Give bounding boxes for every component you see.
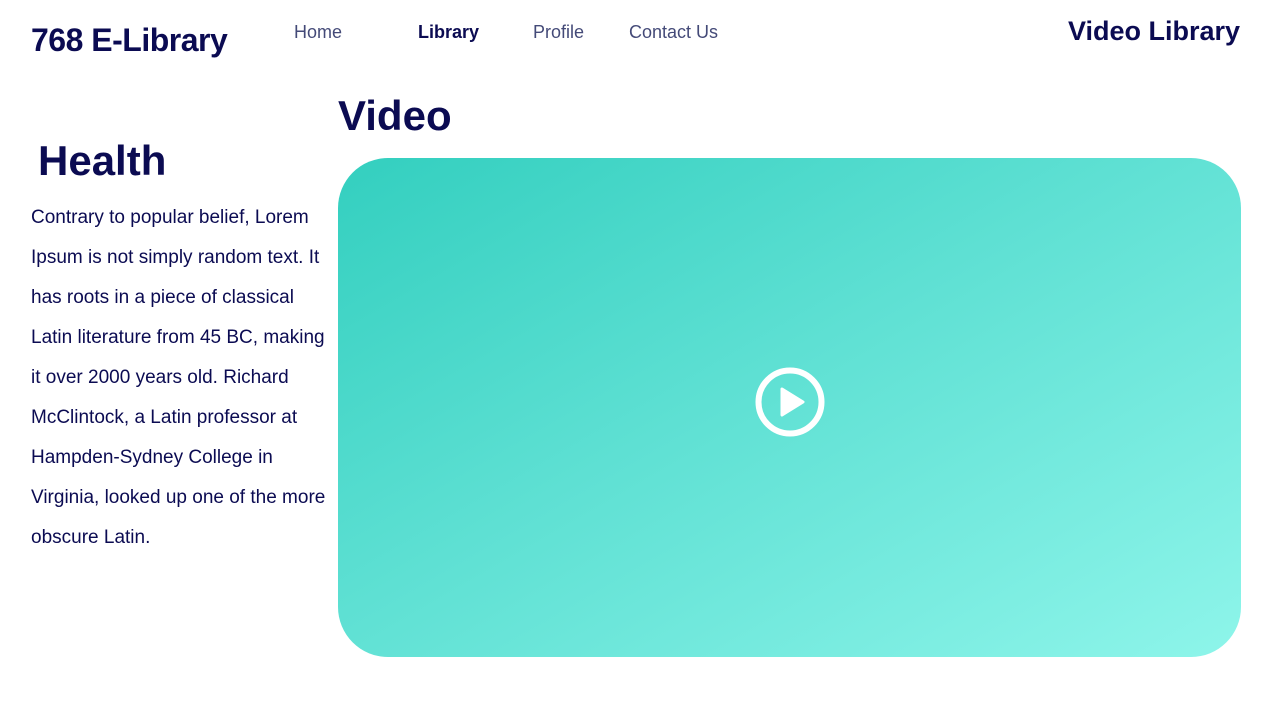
nav-profile-link[interactable]: Profile	[533, 22, 584, 43]
page: 768 E-Library Home Library Profile Conta…	[0, 0, 1280, 720]
play-button[interactable]	[755, 367, 825, 437]
play-circle-icon	[755, 367, 825, 437]
sidebar-heading: Health	[38, 137, 167, 184]
video-player[interactable]	[338, 158, 1241, 657]
brand-logo[interactable]: 768 E-Library	[31, 22, 228, 59]
section-title: Video Library	[1067, 16, 1240, 46]
sidebar: Health Contrary to popular belief, Lorem…	[31, 134, 326, 558]
video-heading: Video	[338, 92, 452, 139]
sidebar-description: Contrary to popular belief, Lorem Ipsum …	[31, 207, 326, 548]
nav-contact-link[interactable]: Contact Us	[629, 22, 718, 43]
nav-library-link[interactable]: Library	[418, 22, 479, 43]
nav-home-link[interactable]: Home	[294, 22, 342, 43]
